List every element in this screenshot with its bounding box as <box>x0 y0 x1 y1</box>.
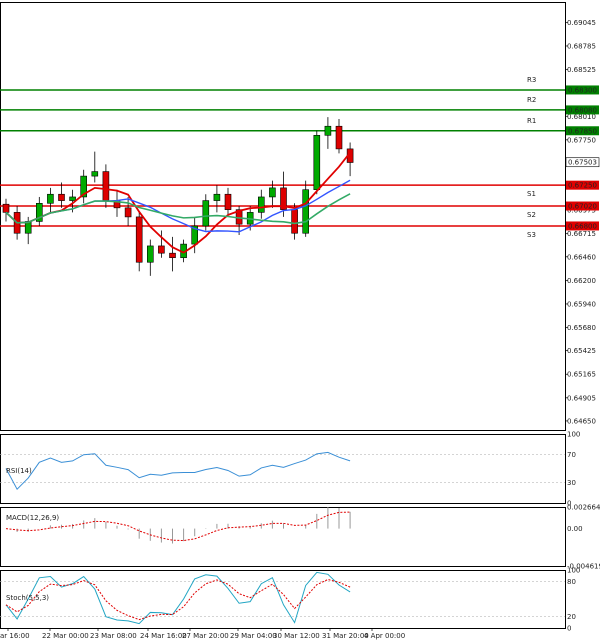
price-tick-label: 0.65680 <box>567 324 596 332</box>
chart-canvas[interactable]: 0.690450.687850.685250.680100.677500.674… <box>0 0 600 640</box>
candle-body[interactable] <box>147 245 154 263</box>
candle-body[interactable] <box>213 193 221 201</box>
stoch-tick-label: 20 <box>567 613 576 621</box>
candle-body[interactable] <box>269 187 276 198</box>
time-tick-label: 30 Mar 12:00 <box>273 632 320 640</box>
candle-body[interactable] <box>313 134 321 191</box>
rsi-label: RSI(14) <box>6 467 32 475</box>
level-price-s2: 0.67020 <box>568 203 597 211</box>
rsi-tick-label: 100 <box>567 431 580 439</box>
candle-body[interactable] <box>135 216 143 263</box>
candle-body[interactable] <box>169 252 176 259</box>
rsi-panel <box>0 434 566 504</box>
candle-body[interactable] <box>102 171 110 201</box>
level-price-s1: 0.67250 <box>568 182 597 190</box>
time-tick-label: 29 Mar 04:00 <box>230 632 277 640</box>
candle-body[interactable] <box>202 200 210 227</box>
level-name-r1: R1 <box>527 117 536 125</box>
time-tick-label: ar 16:00 <box>0 632 30 640</box>
rsi-tick-label: 70 <box>567 451 576 459</box>
candle-body[interactable] <box>158 245 165 254</box>
price-tick-label: 0.67750 <box>567 136 596 144</box>
price-tick-label: 0.66715 <box>567 230 596 238</box>
macd-panel <box>0 507 566 567</box>
chart-window: 0.690450.687850.685250.680100.677500.674… <box>0 0 600 640</box>
candle-body[interactable] <box>257 196 265 213</box>
macd-tick-label: 0.002664 <box>567 504 600 512</box>
level-name-r3: R3 <box>527 76 536 84</box>
level-price-r3: 0.68300 <box>568 86 597 94</box>
stoch-tick-label: 100 <box>567 567 580 575</box>
level-name-s2: S2 <box>527 211 536 219</box>
candle-body[interactable] <box>324 125 332 136</box>
level-price-r1: 0.67850 <box>568 127 597 135</box>
time-tick-label: 24 Mar 16:00 <box>140 632 187 640</box>
candle-body[interactable] <box>91 171 99 177</box>
candle-body[interactable] <box>302 189 310 234</box>
candle-body[interactable] <box>47 193 54 204</box>
macd-label: MACD(12,26,9) <box>6 514 59 522</box>
candle-body[interactable] <box>124 207 132 218</box>
price-tick-label: 0.68525 <box>567 66 596 74</box>
price-tick-label: 0.65165 <box>567 371 596 379</box>
price-tick-label: 0.65940 <box>567 300 596 308</box>
time-tick-label: 22 Mar 00:00 <box>42 632 89 640</box>
price-tick-label: 0.68785 <box>567 42 596 50</box>
candle-body[interactable] <box>69 196 76 201</box>
candle-body[interactable] <box>291 209 298 234</box>
stoch-tick-label: 0 <box>567 625 571 633</box>
price-tick-label: 0.64905 <box>567 394 596 402</box>
candle-body[interactable] <box>58 193 65 201</box>
time-tick-label: 4 Apr 00:00 <box>364 632 405 640</box>
candle-body[interactable] <box>224 193 232 210</box>
time-tick-label: 31 Mar 20:00 <box>322 632 369 640</box>
stoch-tick-label: 80 <box>567 578 576 586</box>
level-name-s3: S3 <box>527 231 536 239</box>
price-tick-label: 0.66460 <box>567 253 596 261</box>
price-tick-label: 0.65425 <box>567 347 596 355</box>
time-tick-label: 23 Mar 08:00 <box>90 632 137 640</box>
price-panel <box>0 2 566 431</box>
stoch-panel <box>0 570 566 629</box>
macd-tick-label: 0.00 <box>567 525 583 533</box>
price-tick-label: 0.66200 <box>567 277 596 285</box>
time-tick-label: 27 Mar 20:00 <box>182 632 229 640</box>
candle-body[interactable] <box>335 125 343 150</box>
price-tick-label: 0.64650 <box>567 417 596 425</box>
price-tick-label: 0.69045 <box>567 19 596 27</box>
level-price-s3: 0.66800 <box>568 222 597 230</box>
rsi-tick-label: 30 <box>567 479 576 487</box>
level-name-s1: S1 <box>527 190 536 198</box>
level-name-r2: R2 <box>527 96 536 104</box>
current-price-label: 0.67503 <box>568 159 597 167</box>
stoch-label: Stoch(5,5,3) <box>6 594 49 602</box>
candle-body[interactable] <box>2 203 10 213</box>
level-price-r2: 0.68080 <box>568 106 597 114</box>
